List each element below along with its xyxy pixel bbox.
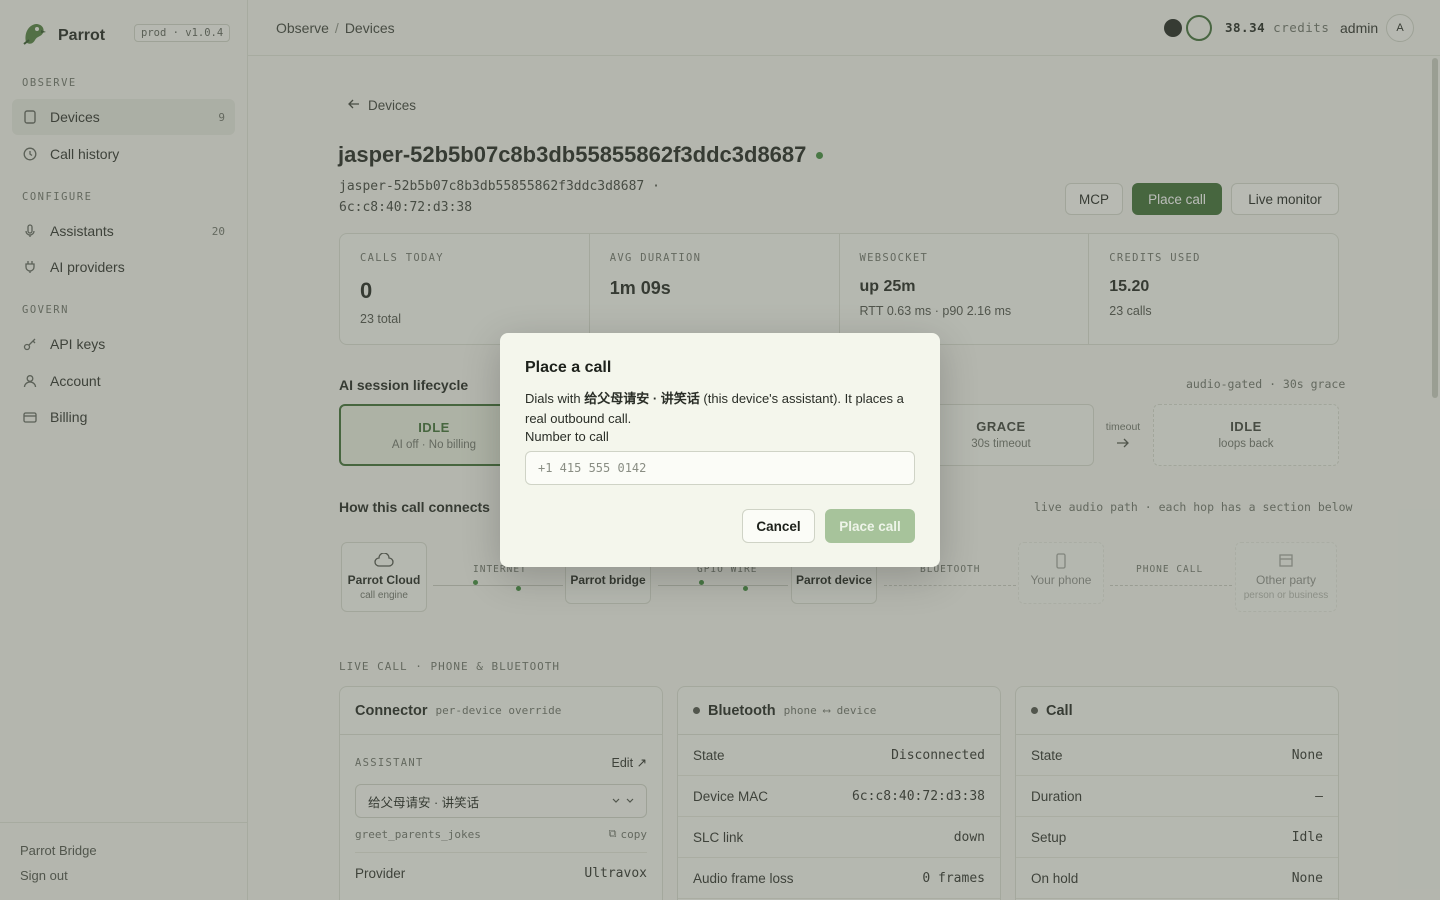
phone-number-input[interactable] — [525, 451, 915, 485]
desc-prefix: Dials with — [525, 391, 585, 406]
dialog-title: Place a call — [525, 359, 612, 376]
desc-assistant: 给父母请安 · 讲笑话 — [584, 391, 700, 406]
dialog-description: Dials with 给父母请安 · 讲笑话 (this device's as… — [525, 389, 915, 429]
cancel-button[interactable]: Cancel — [742, 509, 815, 543]
confirm-place-call-button[interactable]: Place call — [825, 509, 915, 543]
place-call-dialog: Place a call Dials with 给父母请安 · 讲笑话 (thi… — [500, 333, 940, 567]
number-label: Number to call — [525, 429, 609, 444]
